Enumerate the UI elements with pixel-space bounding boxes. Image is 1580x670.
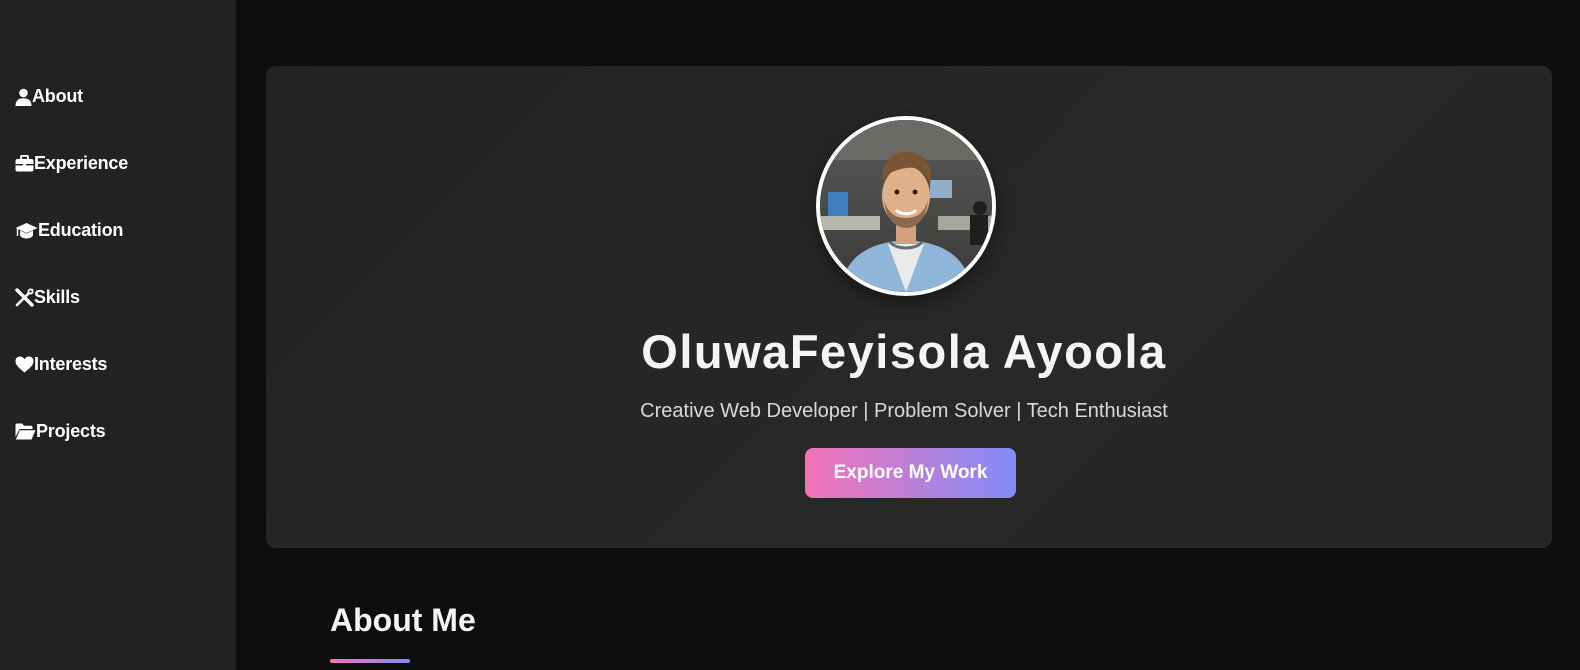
sidebar-nav: About Experience Education Skills Intere… <box>15 84 128 486</box>
sidebar-item-projects[interactable]: Projects <box>15 419 128 444</box>
heart-icon <box>15 355 34 375</box>
user-icon <box>15 87 32 107</box>
sidebar-item-label: About <box>32 86 83 106</box>
sidebar-item-education[interactable]: Education <box>15 218 128 243</box>
sidebar-item-about[interactable]: About <box>15 84 128 109</box>
graduation-cap-icon <box>15 221 38 241</box>
explore-my-work-button[interactable]: Explore My Work <box>805 448 1016 498</box>
sidebar-item-skills[interactable]: Skills <box>15 285 128 310</box>
sidebar-item-experience[interactable]: Experience <box>15 151 128 176</box>
section-title-underline <box>330 659 410 663</box>
hero-card: OluwaFeyisola Ayoola Creative Web Develo… <box>266 66 1552 548</box>
sidebar-item-interests[interactable]: Interests <box>15 352 128 377</box>
sidebar-item-label: Projects <box>36 421 106 441</box>
folder-open-icon <box>15 422 36 442</box>
sidebar-item-label: Skills <box>34 287 80 307</box>
sidebar-item-label: Experience <box>34 153 129 173</box>
about-me-heading: About Me <box>330 602 476 638</box>
profile-photo <box>816 116 996 296</box>
tools-icon <box>15 288 34 308</box>
sidebar: About Experience Education Skills Intere… <box>0 0 236 670</box>
hero-tagline: Creative Web Developer | Problem Solver … <box>640 400 1168 422</box>
hero-name: OluwaFeyisola Ayoola <box>641 325 1167 378</box>
briefcase-icon <box>15 154 34 174</box>
main-content: OluwaFeyisola Ayoola Creative Web Develo… <box>236 0 1580 670</box>
sidebar-item-label: Interests <box>34 354 108 374</box>
sidebar-item-label: Education <box>38 220 124 240</box>
